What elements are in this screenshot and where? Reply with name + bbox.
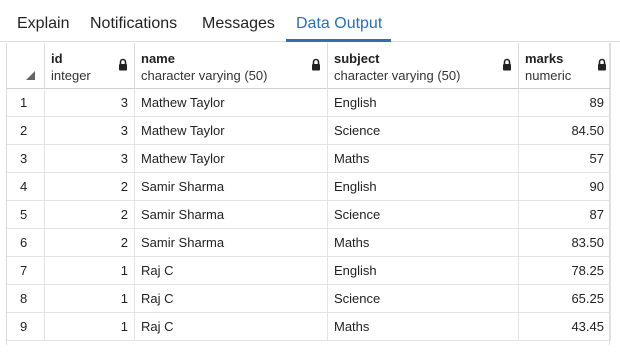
column-header-id[interactable]: id integer (45, 43, 135, 89)
cell-marks[interactable]: 83.50 (519, 229, 611, 257)
cell-id[interactable]: 3 (45, 117, 135, 145)
cell-name[interactable]: Samir Sharma (135, 229, 328, 257)
table-row[interactable]: 6 2 Samir Sharma Maths 83.50 (7, 229, 611, 257)
lock-icon (503, 58, 511, 71)
cell-name[interactable]: Samir Sharma (135, 173, 328, 201)
cell-marks[interactable]: 89 (519, 89, 611, 117)
cell-marks[interactable]: 90 (519, 173, 611, 201)
table-row[interactable]: 1 3 Mathew Taylor English 89 (7, 89, 611, 117)
row-number[interactable]: 4 (7, 173, 45, 201)
cell-marks[interactable]: 57 (519, 145, 611, 173)
column-name: name (141, 51, 175, 66)
grid-header: id integer name character varying (50) s… (7, 43, 611, 89)
tab-bar: Explain Notifications Messages Data Outp… (0, 0, 620, 42)
column-name: marks (525, 51, 564, 66)
corner-triangle-icon (26, 71, 35, 80)
tab-data-output[interactable]: Data Output (296, 15, 382, 33)
cell-id[interactable]: 2 (45, 173, 135, 201)
cell-marks[interactable]: 43.45 (519, 313, 611, 341)
row-number[interactable]: 8 (7, 285, 45, 313)
cell-id[interactable]: 3 (45, 145, 135, 173)
cell-subject[interactable]: Maths (328, 145, 519, 173)
table-row[interactable]: 3 3 Mathew Taylor Maths 57 (7, 145, 611, 173)
tab-explain[interactable]: Explain (17, 15, 69, 33)
row-number[interactable]: 2 (7, 117, 45, 145)
table-row[interactable]: 9 1 Raj C Maths 43.45 (7, 313, 611, 341)
column-type: integer (51, 68, 91, 83)
cell-id[interactable]: 2 (45, 201, 135, 229)
active-tab-indicator (286, 39, 391, 42)
lock-icon (312, 58, 320, 71)
cell-name[interactable]: Samir Sharma (135, 201, 328, 229)
cell-marks[interactable]: 65.25 (519, 285, 611, 313)
column-name: subject (334, 51, 380, 66)
data-output-grid: id integer name character varying (50) s… (6, 43, 611, 345)
column-type: numeric (525, 68, 572, 83)
row-number[interactable]: 1 (7, 89, 45, 117)
cell-id[interactable]: 3 (45, 89, 135, 117)
row-number[interactable]: 6 (7, 229, 45, 257)
cell-id[interactable]: 2 (45, 229, 135, 257)
table-row[interactable]: 8 1 Raj C Science 65.25 (7, 285, 611, 313)
row-number[interactable]: 3 (7, 145, 45, 173)
row-number[interactable]: 5 (7, 201, 45, 229)
row-number[interactable]: 7 (7, 257, 45, 285)
cell-name[interactable]: Mathew Taylor (135, 145, 328, 173)
cell-id[interactable]: 1 (45, 313, 135, 341)
cell-subject[interactable]: Science (328, 285, 519, 313)
tab-notifications[interactable]: Notifications (90, 15, 177, 33)
cell-marks[interactable]: 78.25 (519, 257, 611, 285)
lock-icon (598, 58, 606, 71)
column-type: character varying (50) (141, 68, 268, 83)
cell-marks[interactable]: 87 (519, 201, 611, 229)
table-row[interactable]: 7 1 Raj C English 78.25 (7, 257, 611, 285)
cell-name[interactable]: Raj C (135, 313, 328, 341)
column-header-name[interactable]: name character varying (50) (135, 43, 328, 89)
cell-subject[interactable]: Maths (328, 313, 519, 341)
cell-subject[interactable]: Science (328, 117, 519, 145)
column-header-subject[interactable]: subject character varying (50) (328, 43, 519, 89)
table-row[interactable]: 2 3 Mathew Taylor Science 84.50 (7, 117, 611, 145)
cell-name[interactable]: Mathew Taylor (135, 117, 328, 145)
cell-id[interactable]: 1 (45, 285, 135, 313)
select-all-corner[interactable] (7, 43, 45, 89)
cell-marks[interactable]: 84.50 (519, 117, 611, 145)
cell-id[interactable]: 1 (45, 257, 135, 285)
column-header-marks[interactable]: marks numeric (519, 43, 611, 89)
table-row[interactable]: 5 2 Samir Sharma Science 87 (7, 201, 611, 229)
cell-name[interactable]: Mathew Taylor (135, 89, 328, 117)
lock-icon (119, 58, 127, 71)
table-row[interactable]: 4 2 Samir Sharma English 90 (7, 173, 611, 201)
cell-subject[interactable]: Science (328, 201, 519, 229)
cell-subject[interactable]: Maths (328, 229, 519, 257)
tab-messages[interactable]: Messages (202, 15, 275, 33)
cell-subject[interactable]: English (328, 173, 519, 201)
column-name: id (51, 51, 63, 66)
cell-subject[interactable]: English (328, 89, 519, 117)
cell-name[interactable]: Raj C (135, 285, 328, 313)
cell-subject[interactable]: English (328, 257, 519, 285)
column-type: character varying (50) (334, 68, 461, 83)
row-number[interactable]: 9 (7, 313, 45, 341)
cell-name[interactable]: Raj C (135, 257, 328, 285)
